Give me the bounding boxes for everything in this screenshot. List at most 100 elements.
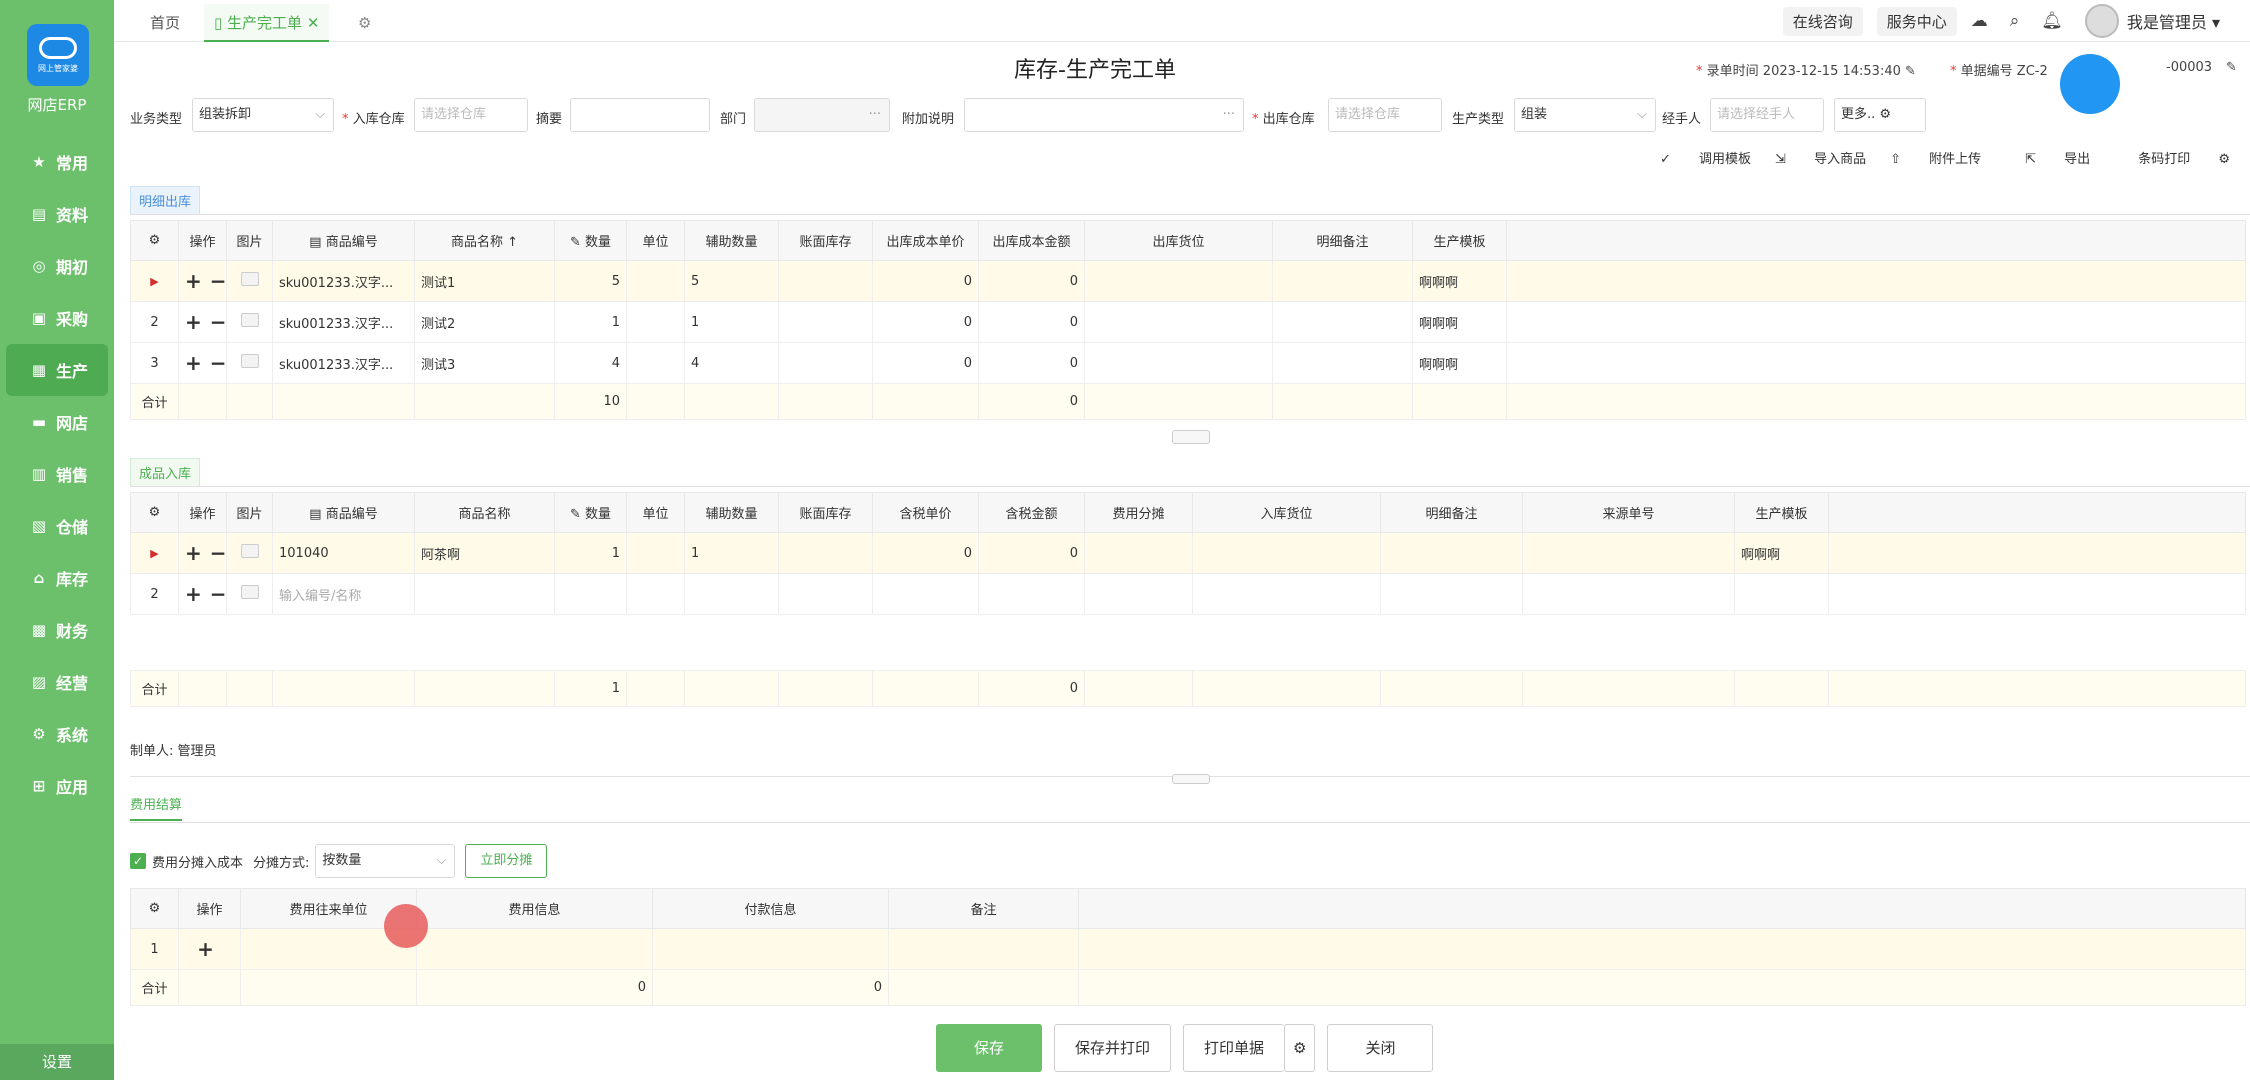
close-icon[interactable]: ✕ [307,14,320,32]
cell-location[interactable] [1084,260,1273,302]
sidebar-item-common[interactable]: ★ 常用 [0,136,114,188]
add-row-button[interactable]: + [178,928,241,970]
row-ops[interactable]: +− [178,342,227,384]
handler-input[interactable]: 请选择经手人 [1710,98,1824,132]
sidebar-item-purchase[interactable]: ▣ 采购 [0,292,114,344]
cell-name[interactable]: 测试1 [414,260,555,302]
cell-code[interactable]: sku001233.汉字... [272,342,415,384]
cell-code-input[interactable]: 输入编号/名称 [272,573,415,615]
cell-location[interactable] [1192,532,1381,574]
cell-fee-alloc[interactable] [1084,573,1193,615]
cell-qty[interactable] [554,573,627,615]
checkbox-checked-icon[interactable]: ✓ [130,853,146,869]
cell-name[interactable]: 测试2 [414,301,555,343]
sidebar-item-sales[interactable]: ▥ 销售 [0,448,114,500]
cell-location[interactable] [1192,573,1381,615]
print-doc-button[interactable]: 打印单据 [1183,1024,1285,1072]
close-button[interactable]: 关闭 [1327,1024,1434,1072]
cell-note[interactable] [1272,342,1413,384]
more-button[interactable]: 更多.. ⚙ [1834,98,1926,132]
more-dots-icon[interactable]: ··· [1223,99,1235,131]
cell-aux-qty[interactable]: 4 [684,342,779,384]
cell-code[interactable]: sku001233.汉字... [272,301,415,343]
tab-production-completion[interactable]: ▯ 生产完工单 ✕ [204,4,330,42]
cell-price[interactable]: 0 [872,342,979,384]
in-warehouse-input[interactable]: 请选择仓库 [414,98,528,132]
sidebar-item-system[interactable]: ⚙ 系统 [0,708,114,760]
cell-location[interactable] [1084,342,1273,384]
cell-amount[interactable]: 0 [978,532,1085,574]
avatar[interactable] [2084,4,2119,38]
sidebar-item-production[interactable]: ▦ 生产 [6,344,108,396]
sidebar-item-data[interactable]: ▤ 资料 [0,188,114,240]
cell-unit[interactable] [626,260,685,302]
sidebar-item-opening[interactable]: ◎ 期初 [0,240,114,292]
online-consult-button[interactable]: 在线咨询 [1782,6,1863,36]
search-icon[interactable]: ⌕ [2010,11,2020,31]
cell-qty[interactable]: 1 [554,532,627,574]
cell-pay-info[interactable] [652,928,889,970]
cell-unit[interactable] [626,301,685,343]
col-header[interactable]: 商品名称 ↑ [414,220,555,261]
sort-up-icon[interactable]: ↑ [507,235,518,250]
tab-finished-in[interactable]: 成品入库 [130,458,201,486]
cell-code[interactable]: sku001233.汉字... [272,260,415,302]
row-ops[interactable]: +− [178,573,227,615]
cell-price[interactable]: 0 [872,260,979,302]
user-name[interactable]: 我是管理员 ▾ [2127,9,2220,33]
cell-name[interactable]: 测试3 [414,342,555,384]
attach-button[interactable]: ⇧ 附件上传 [1890,148,1981,167]
tab-home[interactable]: 首页 [150,4,180,42]
cell-fee-alloc[interactable] [1084,532,1193,574]
sidebar-item-business[interactable]: ▨ 经营 [0,656,114,708]
barcode-print-button[interactable]: 条码打印 ⚙ [2114,148,2230,167]
cell-amount[interactable]: 0 [978,260,1085,302]
tab-detail-out[interactable]: 明细出库 [130,186,201,214]
row-ops[interactable]: +− [178,301,227,343]
table-row[interactable]: 2 +− sku001233.汉字... 测试2 1 1 0 0 啊啊啊 [130,301,2246,343]
out-warehouse-input[interactable]: 请选择仓库 [1328,98,1442,132]
more-dots-icon[interactable]: ··· [869,99,881,131]
import-goods-button[interactable]: ⇲ 导入商品 [1775,148,1866,167]
service-center-button[interactable]: 服务中心 [1876,6,1957,36]
cell-amount[interactable]: 0 [978,301,1085,343]
table-row[interactable]: 1 + [130,928,2246,970]
prod-type-select[interactable]: 组装 ⌵ [1514,98,1656,132]
table-row[interactable]: ▶ +− 101040 阿茶啊 1 1 0 0 啊啊啊 [130,532,2246,574]
save-button[interactable]: 保存 [936,1024,1042,1072]
cell-note[interactable] [1380,532,1523,574]
gear-icon[interactable]: ⚙ [358,4,371,42]
row-ops[interactable]: +− [178,532,227,574]
cell-aux-qty[interactable]: 1 [684,532,779,574]
cell-qty[interactable]: 4 [554,342,627,384]
gear-icon[interactable]: ⚙ [130,888,179,929]
cell-source-no[interactable] [1522,573,1735,615]
row-ops[interactable]: +− [178,260,227,302]
sidebar-item-inventory[interactable]: ⌂ 库存 [0,552,114,604]
cell-note[interactable] [1272,301,1413,343]
edit-icon[interactable]: ✎ [1905,64,1916,79]
panel-splitter[interactable] [1172,774,1210,784]
sidebar-item-store[interactable]: ▬ 网店 [0,396,114,448]
gear-icon[interactable]: ⚙ [130,492,179,533]
cell-aux-qty[interactable] [684,573,779,615]
table-row[interactable]: ▶ +− sku001233.汉字... 测试1 5 5 0 0 啊啊啊 [130,260,2246,302]
gear-icon[interactable]: ⚙ [1284,1024,1316,1072]
cell-note[interactable] [1380,573,1523,615]
cell-name[interactable]: 阿茶啊 [414,532,555,574]
cell-aux-qty[interactable]: 5 [684,260,779,302]
cell-template[interactable]: 啊啊啊 [1734,532,1829,574]
cell-price[interactable] [872,573,979,615]
alloc-method-select[interactable]: 按数量 ⌵ [315,844,456,878]
cell-code[interactable]: 101040 [272,532,415,574]
table-row[interactable]: 3 +− sku001233.汉字... 测试3 4 4 0 0 啊啊啊 [130,342,2246,384]
cell-amount[interactable]: 0 [978,342,1085,384]
cell-amount[interactable] [978,573,1085,615]
cell-location[interactable] [1084,301,1273,343]
settings-button[interactable]: 设置 [0,1044,114,1080]
tab-fee-settlement[interactable]: 费用结算 [130,794,183,821]
extra-note-input[interactable]: ··· [964,98,1244,132]
sidebar-item-finance[interactable]: ▩ 财务 [0,604,114,656]
cell-note[interactable] [1272,260,1413,302]
cell-template[interactable]: 啊啊啊 [1412,342,1507,384]
